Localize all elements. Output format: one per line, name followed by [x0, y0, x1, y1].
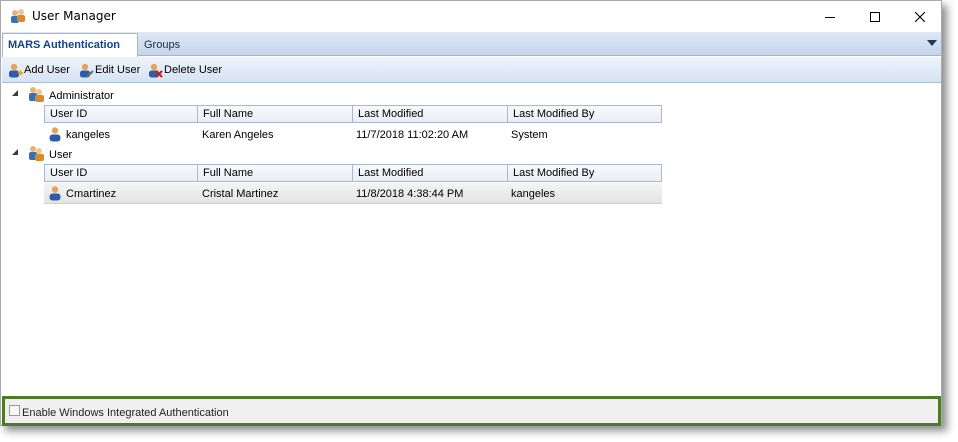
col-full-name[interactable]: Full Name	[198, 165, 353, 181]
user-group-icon	[29, 146, 44, 161]
administrator-group-icon	[29, 87, 44, 102]
user-tree: Administrator User ID Full Name Last Mod…	[2, 84, 941, 395]
expand-administrator-icon[interactable]	[12, 90, 18, 96]
col-user-id[interactable]: User ID	[45, 106, 198, 122]
delete-user-icon	[149, 63, 163, 78]
windows-auth-checkbox[interactable]	[9, 405, 20, 416]
windows-auth-label[interactable]: Enable Windows Integrated Authentication	[22, 407, 229, 419]
group-user-label: User	[49, 149, 73, 161]
close-button[interactable]	[897, 1, 943, 32]
edit-user-button[interactable]: Edit User	[78, 61, 140, 79]
minimize-icon	[825, 16, 835, 18]
cell-last-modified-by: kangeles	[511, 188, 556, 200]
tab-mars-authentication[interactable]: MARS Authentication	[2, 33, 138, 57]
col-full-name[interactable]: Full Name	[198, 106, 353, 122]
maximize-button[interactable]	[852, 1, 898, 32]
delete-user-label: Delete User	[164, 64, 223, 76]
table-row[interactable]: kangeles Karen Angeles 11/7/2018 11:02:2…	[44, 124, 662, 145]
col-last-modified-by[interactable]: Last Modified By	[508, 106, 661, 122]
grid-header: User ID Full Name Last Modified Last Mod…	[44, 105, 662, 123]
col-last-modified-by[interactable]: Last Modified By	[508, 165, 661, 181]
toolbar: Add User Edit User Delete User	[2, 57, 941, 83]
cell-user-id: Cmartinez	[66, 188, 117, 200]
cell-full-name: Cristal Martinez	[202, 188, 279, 200]
window-title: User Manager	[32, 9, 116, 23]
edit-user-label: Edit User	[95, 64, 141, 76]
user-manager-window: User Manager MARS Authentication Groups …	[0, 0, 942, 426]
group-administrator-label: Administrator	[49, 90, 114, 102]
cell-user-id: kangeles	[66, 129, 111, 141]
table-row[interactable]: Cmartinez Cristal Martinez 11/8/2018 4:3…	[44, 183, 662, 204]
tab-groups[interactable]: Groups	[138, 35, 186, 57]
col-last-modified[interactable]: Last Modified	[353, 106, 508, 122]
cell-last-modified: 11/7/2018 11:02:20 AM	[356, 129, 469, 141]
col-user-id[interactable]: User ID	[45, 165, 198, 181]
edit-user-icon	[80, 63, 94, 78]
chevron-down-icon[interactable]	[927, 40, 937, 46]
maximize-icon	[870, 11, 880, 22]
col-last-modified[interactable]: Last Modified	[353, 165, 508, 181]
add-user-label: Add User	[24, 64, 70, 76]
add-user-icon	[9, 63, 23, 78]
cell-last-modified: 11/8/2018 4:38:44 PM	[356, 188, 464, 200]
add-user-button[interactable]: Add User	[7, 61, 70, 79]
close-icon	[915, 11, 925, 22]
user-icon	[49, 186, 61, 201]
title-bar[interactable]: User Manager	[1, 1, 941, 32]
expand-user-icon[interactable]	[12, 149, 18, 155]
cell-last-modified-by: System	[511, 129, 548, 141]
cell-full-name: Karen Angeles	[202, 129, 274, 141]
grid-header: User ID Full Name Last Modified Last Mod…	[44, 164, 662, 182]
tab-strip: MARS Authentication Groups	[2, 32, 941, 57]
minimize-button[interactable]	[807, 1, 853, 32]
user-icon	[49, 127, 61, 142]
delete-user-button[interactable]: Delete User	[147, 61, 222, 79]
users-icon	[11, 9, 25, 23]
footer-panel: Enable Windows Integrated Authentication	[2, 396, 941, 426]
